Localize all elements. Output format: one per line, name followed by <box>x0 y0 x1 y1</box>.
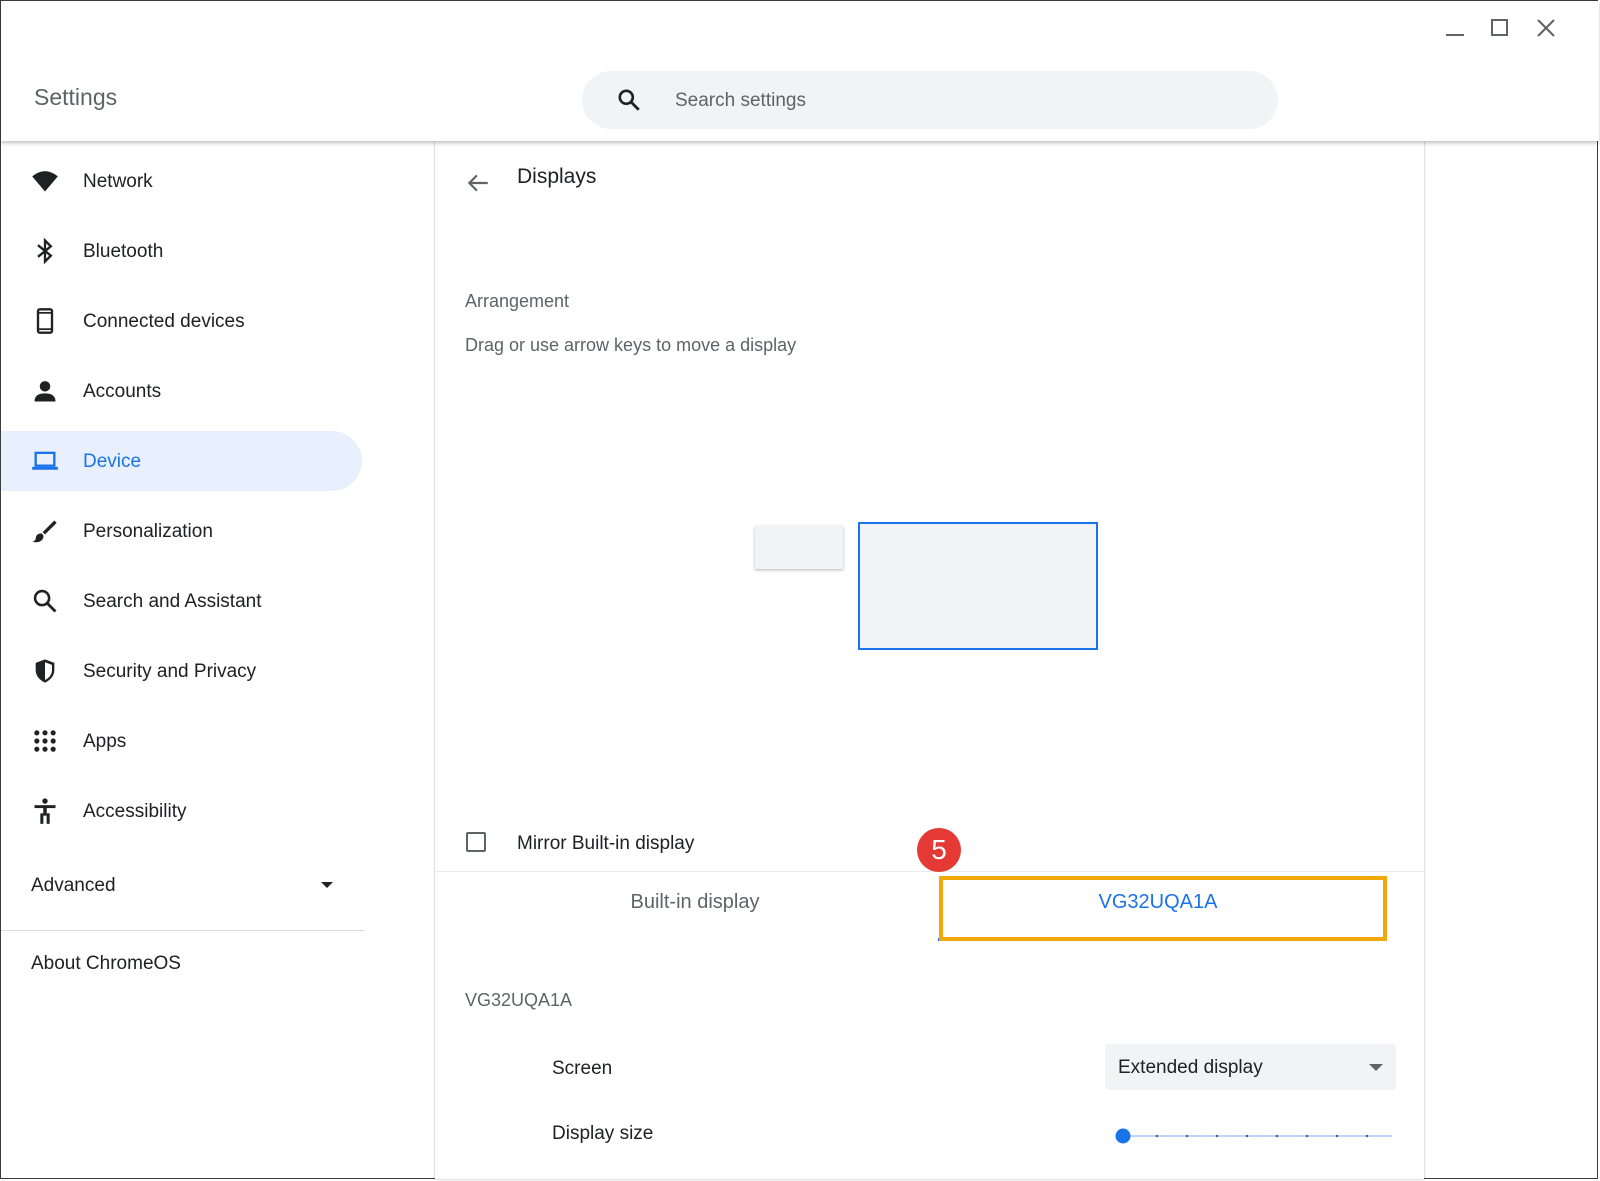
phone-icon <box>36 308 54 334</box>
divider <box>435 871 1424 872</box>
laptop-icon <box>32 451 58 470</box>
sidebar-item-label: Security and Privacy <box>83 661 257 682</box>
sidebar-item-bluetooth[interactable]: Bluetooth <box>1 221 362 281</box>
tab-built-in-display[interactable]: Built-in display <box>505 891 885 914</box>
display-section-name: VG32UQA1A <box>465 990 573 1010</box>
person-icon <box>34 381 56 402</box>
sidebar-item-label: Personalization <box>83 521 213 542</box>
screen-mode-value: Extended display <box>1118 1057 1263 1078</box>
brush-icon <box>32 520 57 543</box>
screen-mode-select[interactable]: Extended display <box>1105 1044 1396 1090</box>
sidebar-item-personalization[interactable]: Personalization <box>1 501 362 561</box>
page-title: Displays <box>517 165 597 188</box>
display-builtin-thumbnail[interactable] <box>755 526 843 569</box>
display-size-slider[interactable] <box>1114 1127 1397 1145</box>
sidebar-item-label: Bluetooth <box>83 241 164 262</box>
wifi-icon <box>32 171 58 192</box>
back-arrow-icon[interactable] <box>465 170 491 196</box>
sidebar-item-accounts[interactable]: Accounts <box>1 361 362 421</box>
sidebar-item-label: Accessibility <box>83 801 187 822</box>
mirror-checkbox[interactable] <box>466 832 486 852</box>
sidebar-item-about[interactable]: About ChromeOS <box>31 953 181 975</box>
display-size-label: Display size <box>552 1123 654 1144</box>
callout-highlight-box <box>939 876 1387 941</box>
chevron-down-icon <box>1369 1064 1383 1071</box>
arrangement-subtitle: Drag or use arrow keys to move a display <box>465 335 797 355</box>
arrangement-title: Arrangement <box>465 291 570 311</box>
sidebar-item-label: Device <box>83 451 142 472</box>
sidebar-divider <box>1 930 365 931</box>
sidebar: Network Bluetooth Connected devices Acco… <box>1 141 435 1179</box>
sidebar-item-search-and-assistant[interactable]: Search and Assistant <box>1 571 362 631</box>
minimize-icon[interactable] <box>1442 15 1468 41</box>
search-input[interactable]: Search settings <box>675 90 806 112</box>
app-header: Settings Search settings <box>1 1 1599 141</box>
sidebar-item-label: Connected devices <box>83 311 245 332</box>
sidebar-item-label: Search and Assistant <box>83 591 262 612</box>
search-box[interactable]: Search settings <box>582 71 1278 129</box>
sidebar-item-device[interactable]: Device <box>1 431 362 491</box>
mirror-label: Mirror Built-in display <box>517 833 695 854</box>
sidebar-item-label: Network <box>83 171 153 192</box>
sidebar-item-apps[interactable]: Apps <box>1 711 362 771</box>
shield-icon <box>35 659 55 683</box>
search-icon <box>618 89 640 111</box>
sidebar-item-label: Accounts <box>83 381 162 402</box>
chevron-down-icon[interactable] <box>321 882 333 888</box>
display-external-thumbnail[interactable] <box>858 522 1098 650</box>
callout-step-badge: 5 <box>917 828 961 872</box>
app-title: Settings <box>34 84 118 110</box>
accessibility-icon <box>34 798 56 824</box>
close-icon[interactable] <box>1533 15 1559 41</box>
sidebar-item-label: Apps <box>83 731 127 752</box>
displays-card: Displays Arrangement Drag or use arrow k… <box>435 141 1424 1179</box>
apps-grid-icon <box>34 730 56 752</box>
sidebar-item-accessibility[interactable]: Accessibility <box>1 781 362 841</box>
sidebar-item-network[interactable]: Network <box>1 151 362 211</box>
sidebar-advanced[interactable]: Advanced <box>31 875 116 897</box>
maximize-icon[interactable] <box>1487 15 1513 41</box>
screen-label: Screen <box>552 1058 613 1079</box>
sidebar-item-connected-devices[interactable]: Connected devices <box>1 291 362 351</box>
sidebar-item-security-and-privacy[interactable]: Security and Privacy <box>1 641 362 701</box>
bluetooth-icon <box>37 237 53 265</box>
search-icon <box>33 589 57 613</box>
